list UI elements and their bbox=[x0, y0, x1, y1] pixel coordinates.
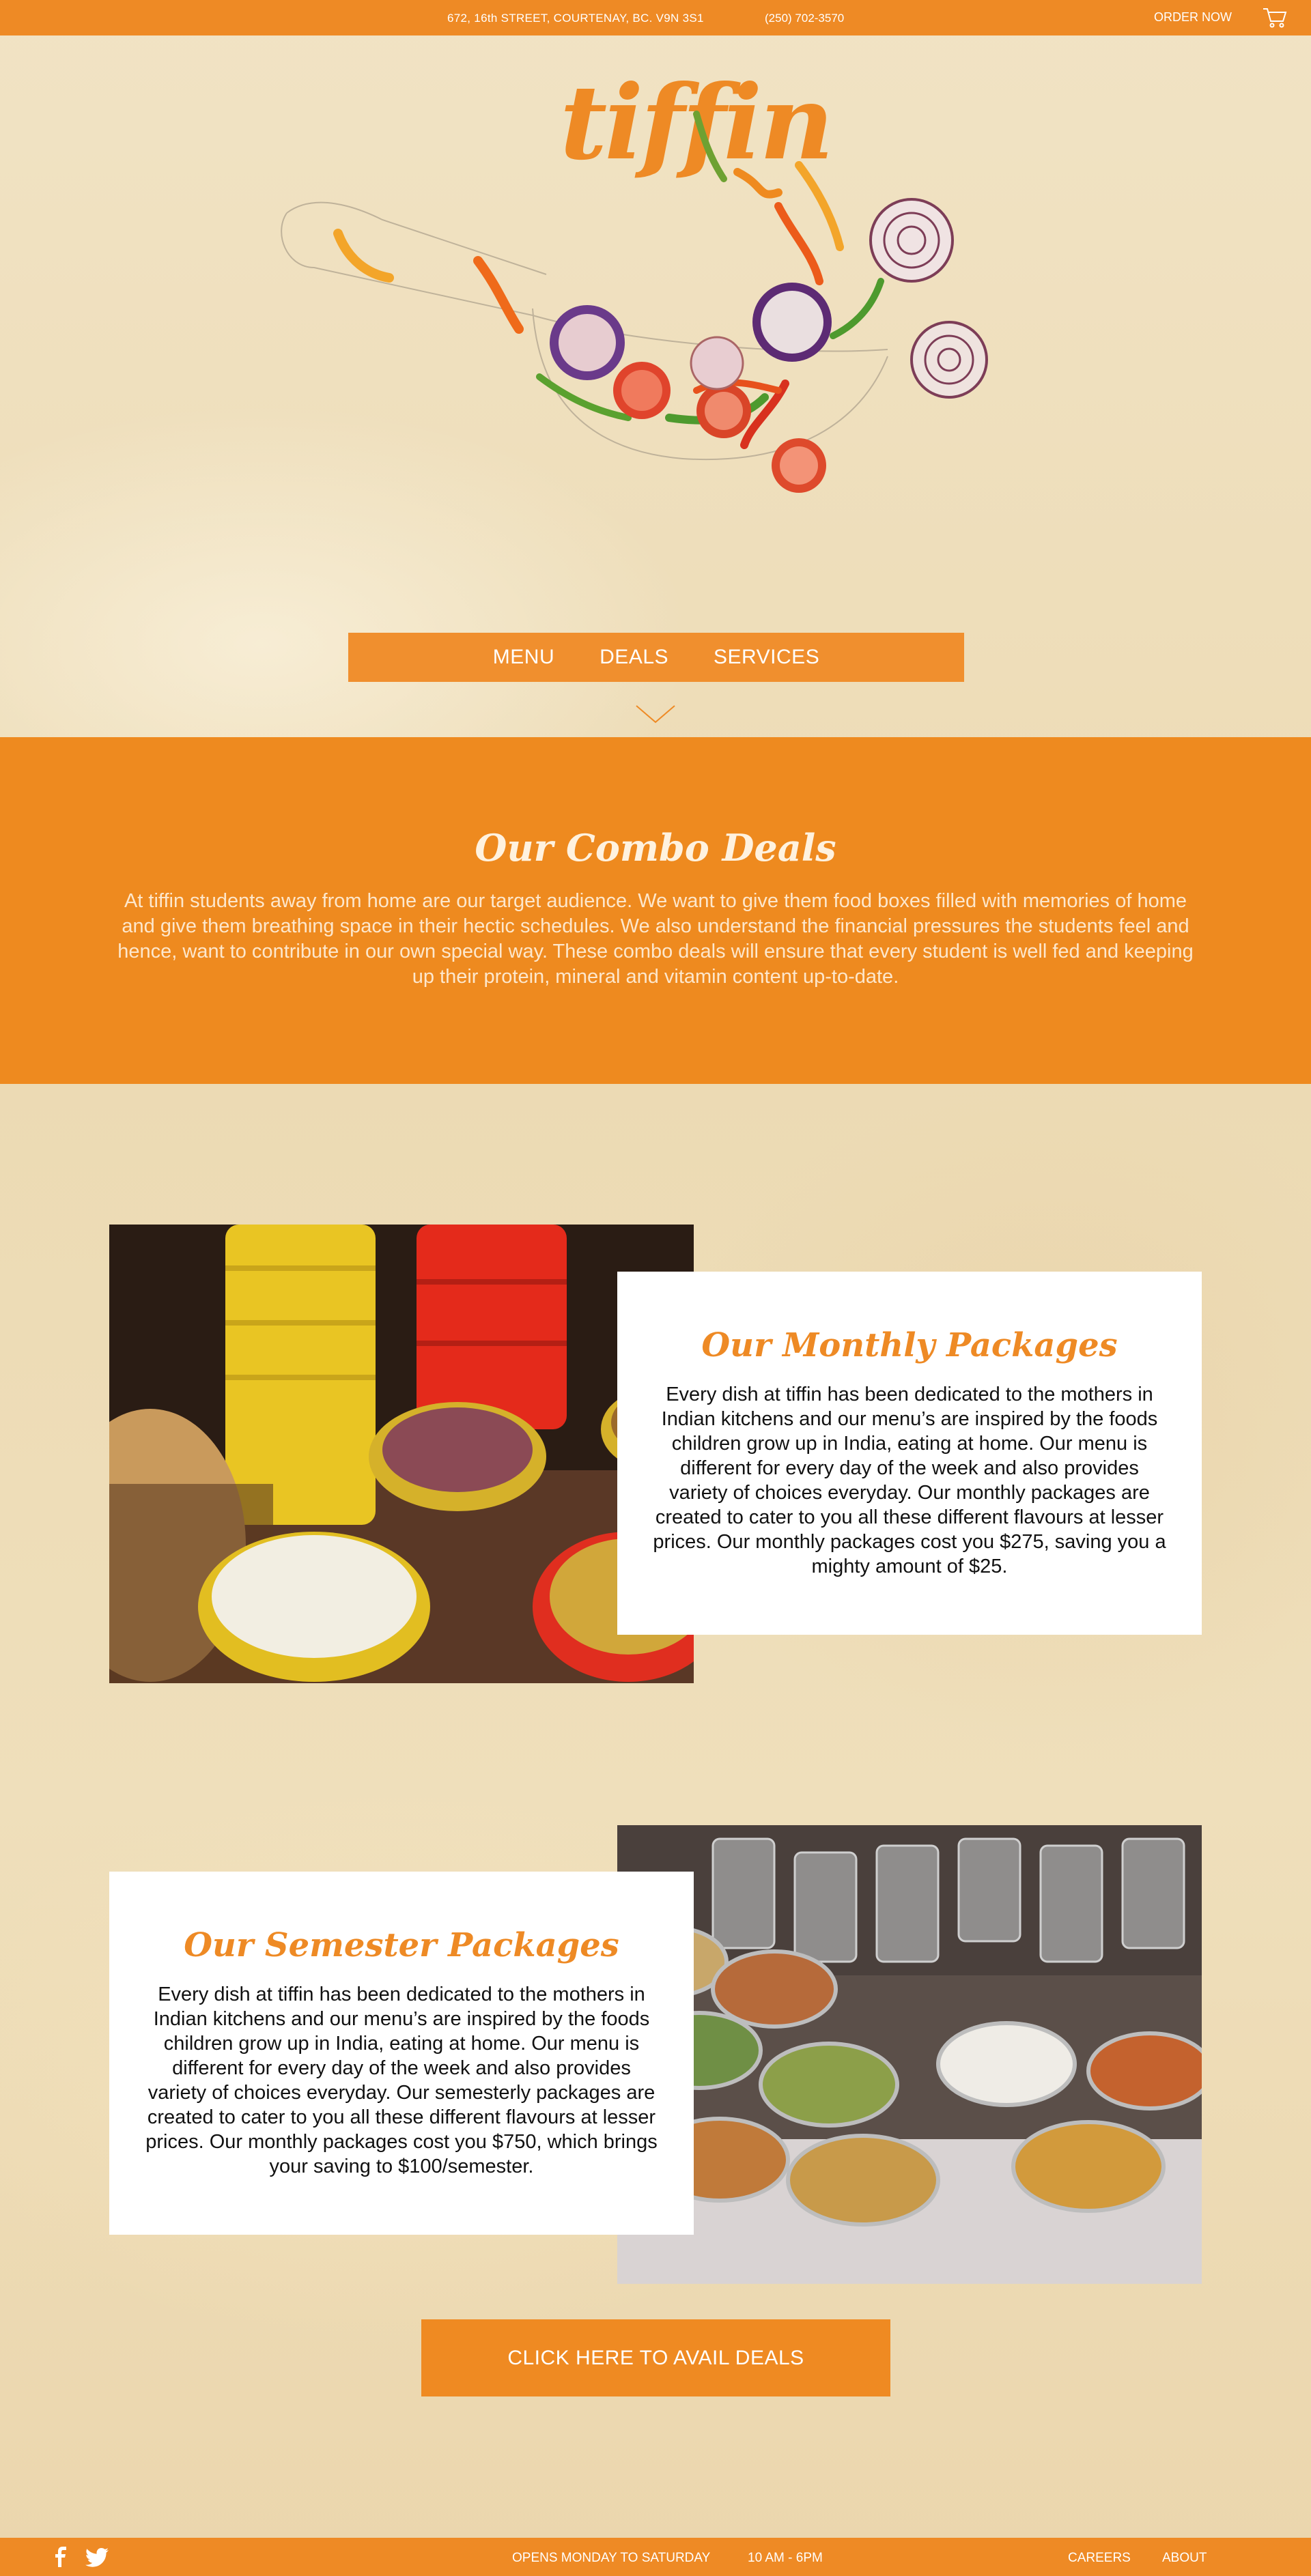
facebook-icon[interactable] bbox=[55, 2547, 67, 2567]
monthly-packages-card: Our Monthly Packages Every dish at tiffi… bbox=[617, 1272, 1202, 1635]
footer: OPENS MONDAY TO SATURDAY 10 AM - 6PM CAR… bbox=[0, 2538, 1311, 2576]
order-now-link[interactable]: ORDER NOW bbox=[1154, 10, 1232, 25]
opening-days-text: OPENS MONDAY TO SATURDAY bbox=[512, 2551, 711, 2565]
hero-section: tiffin MENU DEALS SERVICES bbox=[0, 35, 1311, 737]
combo-deals-section: Our Combo Deals At tiffin students away … bbox=[0, 737, 1311, 1084]
cart-icon[interactable] bbox=[1262, 6, 1288, 29]
twitter-icon[interactable] bbox=[85, 2548, 109, 2567]
nav-services-link[interactable]: SERVICES bbox=[714, 646, 819, 669]
about-link[interactable]: ABOUT bbox=[1162, 2551, 1207, 2566]
top-bar: 672, 16th STREET, COURTENAY, BC. V9N 3S1… bbox=[0, 0, 1311, 35]
semester-packages-card: Our Semester Packages Every dish at tiff… bbox=[109, 1872, 694, 2235]
monthly-title: Our Monthly Packages bbox=[701, 1326, 1118, 1364]
semester-title: Our Semester Packages bbox=[184, 1926, 619, 1964]
phone-text[interactable]: (250) 702-3570 bbox=[765, 12, 844, 25]
opening-hours-text: 10 AM - 6PM bbox=[748, 2551, 823, 2565]
steel-tiffins-photo bbox=[617, 1825, 1202, 2284]
combo-description: At tiffin students away from home are ou… bbox=[117, 890, 1194, 988]
semester-description: Every dish at tiffin has been dedicated … bbox=[145, 1984, 658, 2177]
nav-deals-link[interactable]: DEALS bbox=[600, 646, 668, 669]
combo-title: Our Combo Deals bbox=[475, 826, 836, 870]
chevron-down-icon[interactable] bbox=[635, 704, 676, 725]
nav-menu-link[interactable]: MENU bbox=[493, 646, 554, 669]
main-nav: MENU DEALS SERVICES bbox=[348, 633, 964, 682]
tiffin-boxes-photo bbox=[109, 1225, 694, 1683]
address-text: 672, 16th STREET, COURTENAY, BC. V9N 3S1 bbox=[447, 12, 704, 25]
careers-link[interactable]: CAREERS bbox=[1068, 2551, 1131, 2566]
monthly-description: Every dish at tiffin has been dedicated … bbox=[653, 1384, 1166, 1577]
wok-vegetables-illustration bbox=[281, 111, 988, 493]
avail-deals-button[interactable]: CLICK HERE TO AVAIL DEALS bbox=[421, 2319, 890, 2396]
